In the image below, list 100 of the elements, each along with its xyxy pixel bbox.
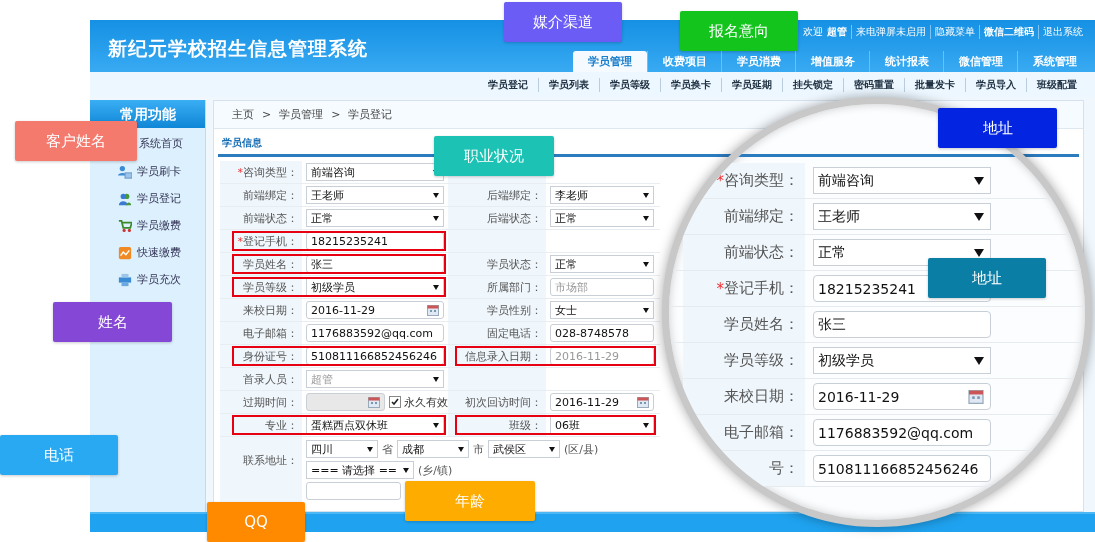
caret-icon <box>458 446 464 452</box>
field-label: 前端状态： <box>724 243 799 262</box>
sidebar-item[interactable]: 学员缴费 <box>118 212 181 239</box>
breadcrumb-separator: > <box>262 108 272 121</box>
select-field[interactable]: 前端咨询 <box>306 163 444 181</box>
unit-label: (乡/镇) <box>418 462 453 478</box>
calendar-icon <box>637 396 649 408</box>
select-field[interactable]: 四川 <box>306 440 378 458</box>
field-label: 电子邮箱： <box>724 423 799 442</box>
caret-icon <box>643 215 649 221</box>
select-field[interactable]: 王老师 <box>813 203 991 230</box>
caret-icon <box>643 422 649 428</box>
cart-icon <box>118 218 132 233</box>
caret-icon <box>643 192 649 198</box>
subnav-link[interactable]: 学员列表 <box>538 77 599 92</box>
annotation-label: 姓名 <box>53 302 172 342</box>
input-field[interactable]: 028-8748578 <box>550 324 654 342</box>
select-field[interactable]: 武侯区 <box>488 440 560 458</box>
select-field[interactable]: 前端咨询 <box>813 167 991 194</box>
annotation-label: 地址 <box>938 108 1057 148</box>
welcome-text: 欢迎 <box>802 25 824 39</box>
caret-icon <box>643 307 649 313</box>
field-label: 后端状态： <box>487 210 542 226</box>
sidebar-item[interactable]: 系统首页 <box>139 128 183 158</box>
caret-icon <box>974 176 984 185</box>
date-field[interactable]: 2016-11-29 <box>813 383 991 410</box>
calendar-icon <box>968 389 984 404</box>
caret-icon <box>433 376 439 382</box>
sidebar-item[interactable]: 学员登记 <box>118 185 181 212</box>
field-label: 固定电话： <box>487 325 542 341</box>
input-field[interactable]: 1176883592@qq.com <box>813 419 991 446</box>
breadcrumb-link[interactable]: 学员管理 <box>279 107 324 122</box>
field-label: 学员状态： <box>487 256 542 272</box>
select-field[interactable]: 王老师 <box>306 186 444 204</box>
section-title: 学员信息 <box>222 136 262 150</box>
select-field[interactable]: 正常 <box>550 255 654 273</box>
caret-icon <box>974 212 984 221</box>
select-field[interactable]: 正常 <box>306 209 444 227</box>
select-field[interactable]: === 请选择 == <box>306 461 415 479</box>
sidebar-item[interactable]: 学员充次 <box>118 266 181 293</box>
subnav-link[interactable]: 学员延期 <box>721 77 782 92</box>
caret-icon <box>549 446 555 452</box>
date-field[interactable]: 2016-11-29 <box>550 393 654 411</box>
input-field[interactable]: 510811166852456246 <box>813 455 991 482</box>
checkmark-icon <box>390 397 400 407</box>
select-field[interactable]: 成都 <box>397 440 469 458</box>
select-field[interactable]: 正常 <box>550 209 654 227</box>
subnav-link[interactable]: 学员换卡 <box>660 77 721 92</box>
field-label: 前端状态： <box>243 210 298 226</box>
select-field[interactable]: 正常 <box>813 239 991 266</box>
subnav-link[interactable]: 班级配置 <box>1026 77 1087 92</box>
input-field[interactable]: 张三 <box>813 311 991 338</box>
subnav-link[interactable]: 学员登记 <box>478 77 538 92</box>
subnav-link[interactable]: 挂失锁定 <box>782 77 843 92</box>
select-field[interactable]: 李老师 <box>550 186 654 204</box>
user-name: 超管 <box>827 25 848 39</box>
subnav-link[interactable]: 批量发卡 <box>904 77 965 92</box>
field-label: 初次回访时间： <box>465 394 542 410</box>
field-label: 身份证号： <box>243 348 298 364</box>
annotation-label: 报名意向 <box>680 11 798 51</box>
app-title: 新纪元学校招生信息管理系统 <box>108 36 368 61</box>
field-label: 学员等级： <box>243 279 298 295</box>
field-label: 信息录入日期： <box>465 348 542 364</box>
unit-label: 市 <box>473 441 484 457</box>
annotation-label: 职业状况 <box>434 136 554 176</box>
caret-icon <box>433 422 439 428</box>
subnav-link[interactable]: 学员导入 <box>965 77 1026 92</box>
annotation-label: 媒介渠道 <box>504 2 622 42</box>
breadcrumb-link[interactable]: 学员登记 <box>348 107 393 122</box>
caret-icon <box>643 261 649 267</box>
caret-icon <box>433 284 439 290</box>
field-label: 首录人员： <box>243 371 298 387</box>
calendar-icon <box>368 396 380 408</box>
input-field[interactable]: 1176883592@qq.com <box>306 324 444 342</box>
field-label: 过期时间： <box>243 394 298 410</box>
annotation-label: 年龄 <box>405 481 535 521</box>
date-field[interactable]: 2016-11-29 <box>306 301 444 319</box>
input-field[interactable] <box>306 482 401 500</box>
field-label: 登记手机： <box>243 233 298 249</box>
nav-tab[interactable]: 学员管理 <box>573 51 647 72</box>
field-label: 来校日期： <box>724 387 799 406</box>
caret-icon <box>974 356 984 365</box>
select-field[interactable]: 初级学员 <box>813 347 991 374</box>
sidebar-item[interactable]: 快速缴费 <box>118 239 181 266</box>
annotation-label: 电话 <box>0 435 118 475</box>
subnav-link[interactable]: 密码重置 <box>843 77 904 92</box>
annotation-label: QQ <box>207 502 305 542</box>
field-label: 前端绑定： <box>243 187 298 203</box>
user-card-icon <box>118 164 132 179</box>
field-label: 学员等级： <box>724 351 799 370</box>
field-label: 前端绑定： <box>724 207 799 226</box>
sidebar-item[interactable]: 学员刷卡 <box>118 158 181 185</box>
required-mark: * <box>237 165 243 179</box>
field-label: 学员性别： <box>487 302 542 318</box>
subnav-link[interactable]: 学员等级 <box>599 77 660 92</box>
field-label: 所属部门： <box>487 279 542 295</box>
breadcrumb-link[interactable]: 主页 <box>232 107 254 122</box>
select-field[interactable]: 女士 <box>550 301 654 319</box>
tray-icon <box>118 272 132 287</box>
caret-icon <box>433 192 439 198</box>
